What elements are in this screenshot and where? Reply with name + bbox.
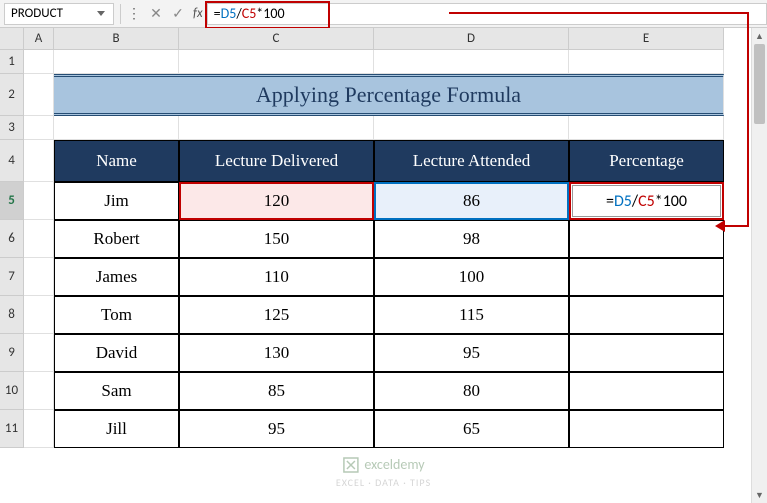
cell-percentage-4[interactable] [569,334,724,372]
col-headers: ABCDE [24,28,724,50]
row-header-11[interactable]: 11 [0,410,24,448]
row-header-10[interactable]: 10 [0,372,24,410]
watermark: exceldemy [342,456,424,473]
watermark-icon [342,457,358,473]
name-box[interactable]: PRODUCT [4,3,114,25]
col-header-b[interactable]: B [54,28,179,50]
cell-percentage-2[interactable] [569,258,724,296]
cell-name-1[interactable]: Robert [54,220,179,258]
cell-attended-0[interactable]: 86 [374,182,569,220]
row-header-8[interactable]: 8 [0,296,24,334]
cell-A4[interactable] [24,140,54,182]
cell-attended-2[interactable]: 100 [374,258,569,296]
formula-ref-c5: C5 [242,5,257,22]
cell-B1[interactable] [54,50,179,74]
cell-D3[interactable] [374,116,569,140]
header-name[interactable]: Name [54,140,179,182]
title-cell[interactable]: Applying Percentage Formula [54,74,724,116]
cell-A1[interactable] [24,50,54,74]
row-header-9[interactable]: 9 [0,334,24,372]
col-header-a[interactable]: A [24,28,54,50]
row-header-7[interactable]: 7 [0,258,24,296]
cell-percentage-1[interactable] [569,220,724,258]
cell-attended-1[interactable]: 98 [374,220,569,258]
row-headers: 1234567891011 [0,50,24,448]
cell-attended-5[interactable]: 80 [374,372,569,410]
cell-delivered-3[interactable]: 125 [179,296,374,334]
col-header-e[interactable]: E [569,28,724,50]
sheet-area: 1234567891011 ABCDE Applying Percentage … [0,28,767,503]
cell-percentage-3[interactable] [569,296,724,334]
cell-A8[interactable] [24,296,54,334]
scroll-up-icon[interactable]: ▲ [752,28,767,44]
cell-name-3[interactable]: Tom [54,296,179,334]
name-box-value: PRODUCT [11,6,63,21]
row-header-4[interactable]: 4 [0,140,24,182]
cell-delivered-2[interactable]: 110 [179,258,374,296]
cell-A9[interactable] [24,334,54,372]
cell-name-4[interactable]: David [54,334,179,372]
row-header-3[interactable]: 3 [0,116,24,140]
cell-delivered-0[interactable]: 120 [179,182,374,220]
cell-A7[interactable] [24,258,54,296]
cell-C1[interactable] [179,50,374,74]
scrollbar-thumb[interactable] [754,44,765,124]
cell-name-6[interactable]: Jill [54,410,179,448]
cell-name-5[interactable]: Sam [54,372,179,410]
separator [120,4,121,24]
cell-E1[interactable] [569,50,724,74]
cell-delivered-5[interactable]: 85 [179,372,374,410]
cell-attended-4[interactable]: 95 [374,334,569,372]
col-header-c[interactable]: C [179,28,374,50]
row-header-1[interactable]: 1 [0,50,24,74]
cell-delivered-4[interactable]: 130 [179,334,374,372]
grid: ABCDE Applying Percentage FormulaNameLec… [24,28,724,503]
cell-A6[interactable] [24,220,54,258]
select-all-corner[interactable] [0,28,24,50]
header-delivered[interactable]: Lecture Delivered [179,140,374,182]
cell-attended-6[interactable]: 65 [374,410,569,448]
cell-D1[interactable] [374,50,569,74]
cell-A3[interactable] [24,116,54,140]
formula-bar: PRODUCT ⋮ ✕ ✓ fx =D5/C5*100 [0,0,767,28]
cell-delivered-6[interactable]: 95 [179,410,374,448]
cell-percentage-5[interactable] [569,372,724,410]
cancel-icon[interactable]: ✕ [145,3,167,25]
cell-name-2[interactable]: James [54,258,179,296]
name-box-dropdown-icon[interactable] [97,9,107,19]
watermark-subtitle: EXCEL · DATA · TIPS [336,476,431,489]
cell-B3[interactable] [54,116,179,140]
scroll-down-icon[interactable]: ▼ [752,487,767,503]
formula-rest: *100 [256,5,284,22]
enter-icon[interactable]: ✓ [167,3,189,25]
formula-ref-d5: D5 [221,5,237,22]
active-cell-e5[interactable]: =D5/C5*100 [569,182,724,220]
watermark-text: exceldemy [364,456,424,473]
cell-A5[interactable] [24,182,54,220]
cell-A11[interactable] [24,410,54,448]
cell-E3[interactable] [569,116,724,140]
fx-icon[interactable]: fx [193,6,203,21]
cell-percentage-6[interactable] [569,410,724,448]
formula-input[interactable]: =D5/C5*100 [207,3,767,25]
cell-attended-3[interactable]: 115 [374,296,569,334]
col-header-d[interactable]: D [374,28,569,50]
row-header-6[interactable]: 6 [0,220,24,258]
row-header-2[interactable]: 2 [0,74,24,116]
vertical-scrollbar[interactable]: ▲ ▼ [751,28,767,503]
cell-delivered-1[interactable]: 150 [179,220,374,258]
cell-name-0[interactable]: Jim [54,182,179,220]
header-percentage[interactable]: Percentage [569,140,724,182]
formula-eq: = [214,5,221,22]
cell-A2[interactable] [24,74,54,116]
cell-C3[interactable] [179,116,374,140]
fb-spacer: ⋮ [123,3,145,25]
row-header-5[interactable]: 5 [0,182,24,220]
cell-A10[interactable] [24,372,54,410]
header-attended[interactable]: Lecture Attended [374,140,569,182]
